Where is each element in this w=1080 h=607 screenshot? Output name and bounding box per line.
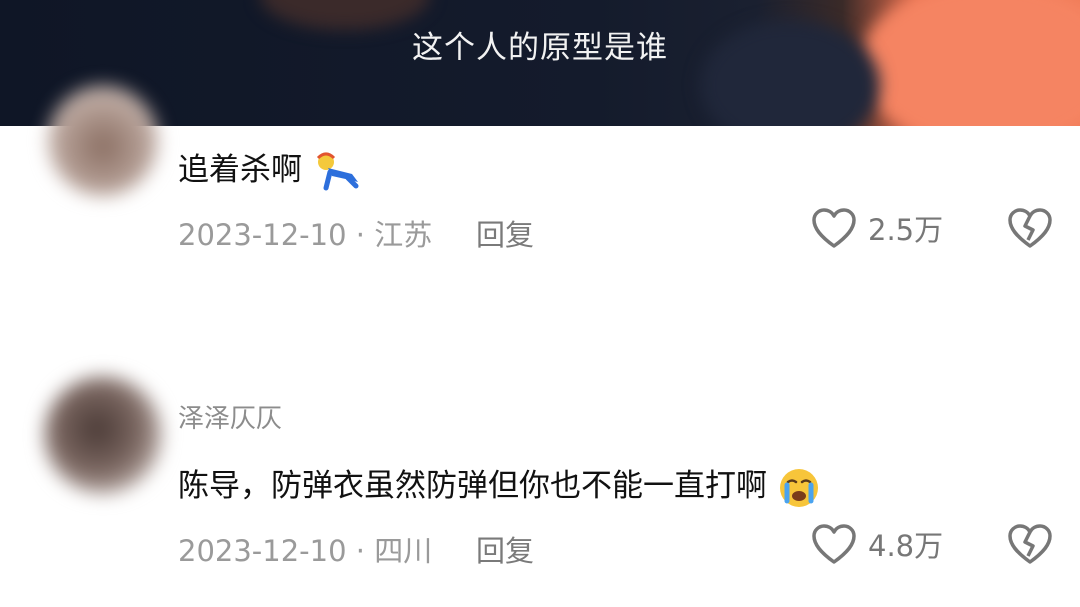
comment-date: 2023-12-10 bbox=[178, 218, 347, 252]
reply-button[interactable]: 回复 bbox=[476, 528, 534, 570]
dislike-button[interactable] bbox=[1006, 206, 1054, 254]
crying-face-icon bbox=[779, 468, 818, 507]
like-count: 2.5万 bbox=[868, 213, 944, 247]
comment-body: 陈导，防弹衣虽然防弹但你也不能一直打啊 bbox=[178, 460, 821, 509]
like-button[interactable]: 2.5万 bbox=[810, 206, 943, 250]
avatar[interactable] bbox=[44, 376, 162, 494]
video-player-area[interactable]: 这个人的原型是谁 bbox=[0, 0, 1080, 126]
comment-body: 追着杀啊 bbox=[178, 144, 360, 192]
comment-text: 追着杀啊 bbox=[178, 152, 302, 188]
like-count: 4.8万 bbox=[868, 529, 944, 563]
heart-outline-icon bbox=[812, 208, 856, 248]
comment-location: 四川 bbox=[374, 534, 433, 568]
comment-meta: 2023-12-10 · 四川 bbox=[178, 528, 432, 570]
comment-date: 2023-12-10 bbox=[178, 534, 347, 568]
reply-button[interactable]: 回复 bbox=[476, 212, 534, 254]
comment-list[interactable]: 追着杀啊 2023-12-10 · 江苏 回复 2.5万 泽泽仄仄 陈导，防弹衣… bbox=[0, 86, 1080, 607]
heart-outline-icon bbox=[812, 524, 856, 564]
comment-meta: 2023-12-10 · 江苏 bbox=[178, 212, 432, 254]
comment-text: 陈导，防弹衣虽然防弹但你也不能一直打啊 bbox=[178, 468, 767, 504]
video-subtitle: 这个人的原型是谁 bbox=[412, 30, 668, 66]
comment-location: 江苏 bbox=[374, 218, 433, 252]
avatar[interactable] bbox=[48, 86, 158, 196]
meta-separator: · bbox=[355, 218, 365, 252]
broken-heart-icon bbox=[1008, 208, 1052, 248]
meta-separator: · bbox=[355, 534, 365, 568]
broken-heart-icon bbox=[1008, 524, 1052, 564]
sticker-running-figure-icon bbox=[316, 152, 359, 190]
like-button[interactable]: 4.8万 bbox=[810, 522, 943, 566]
comment-username[interactable]: 泽泽仄仄 bbox=[178, 398, 282, 435]
dislike-button[interactable] bbox=[1006, 522, 1054, 570]
